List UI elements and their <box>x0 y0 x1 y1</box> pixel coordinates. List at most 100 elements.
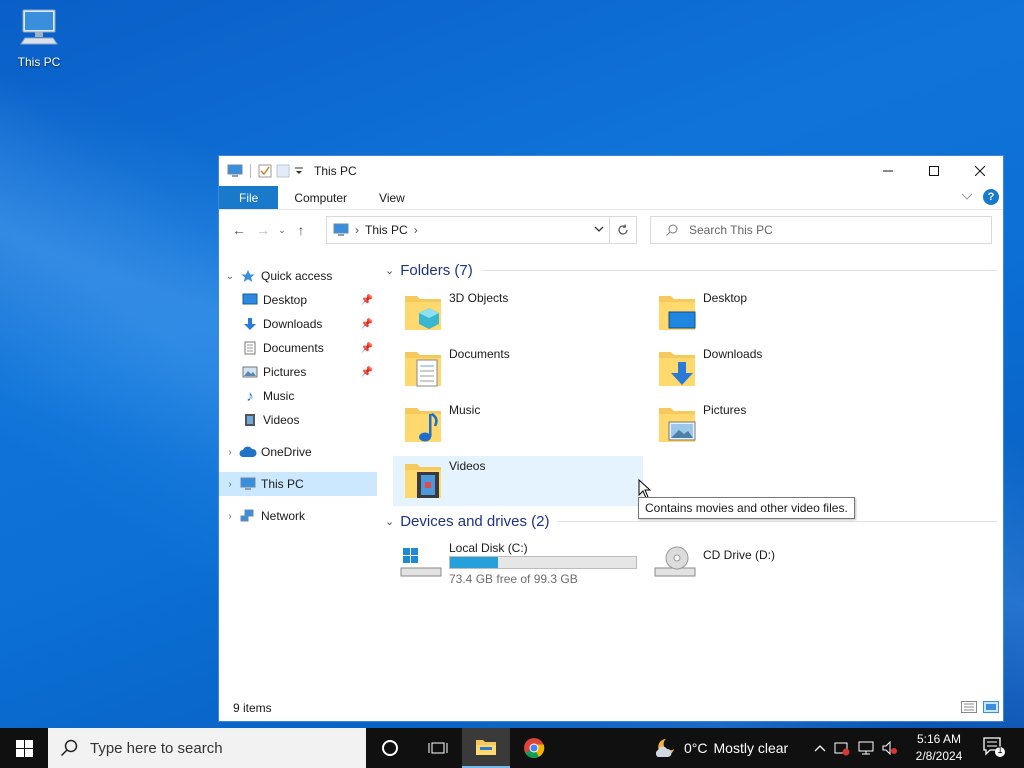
nav-downloads[interactable]: Downloads 📌 <box>219 312 377 336</box>
large-icons-view-icon[interactable] <box>983 701 999 713</box>
expanded-chevron-icon[interactable]: ⌄ <box>221 271 239 282</box>
folder-tile-videos[interactable]: Videos <box>393 456 643 506</box>
navigation-bar: ← → ⌄ ↑ › This PC › Search This PC <box>219 210 1003 250</box>
folder-tile-desktop[interactable]: Desktop <box>647 288 897 338</box>
drive-usage-fill <box>450 557 499 568</box>
folder-tile-documents[interactable]: Documents <box>393 344 643 394</box>
documents-folder-icon <box>405 352 441 387</box>
film-strip-icon <box>241 412 259 428</box>
system-clock[interactable]: 5:16 AM 2/8/2024 <box>906 731 972 765</box>
show-hidden-icons-chevron-icon[interactable] <box>814 744 826 752</box>
close-button[interactable] <box>957 156 1003 186</box>
tab-computer[interactable]: Computer <box>278 186 363 209</box>
drive-tile-local-disk-c[interactable]: Local Disk (C:) 73.4 GB free of 99.3 GB <box>393 538 643 588</box>
forward-arrow-icon[interactable]: → <box>251 222 275 238</box>
address-bar[interactable]: › This PC › <box>326 216 610 244</box>
folder-tile-3d-objects[interactable]: 3D Objects <box>393 288 643 338</box>
nav-label: OneDrive <box>261 445 312 459</box>
search-input[interactable]: Search This PC <box>650 216 992 244</box>
details-view-icon[interactable] <box>961 701 977 713</box>
content-pane: ⌄ Folders (7) 3D Objects Desktop Documen… <box>379 256 1003 696</box>
taskbar-search-box[interactable]: Type here to search <box>48 728 366 768</box>
pin-icon: 📌 <box>360 294 373 306</box>
nav-label: This PC <box>261 477 304 491</box>
collapsed-chevron-icon[interactable]: › <box>221 479 239 490</box>
taskbar-chrome-button[interactable] <box>510 728 558 768</box>
recent-locations-chevron-icon[interactable]: ⌄ <box>275 225 289 236</box>
nav-network[interactable]: › Network <box>219 504 377 528</box>
tab-view[interactable]: View <box>363 186 421 209</box>
address-dropdown-chevron-icon[interactable] <box>593 223 605 235</box>
expand-ribbon-chevron-icon[interactable] <box>961 193 973 201</box>
breadcrumb-separator-icon[interactable]: › <box>355 223 359 237</box>
moon-cloud-icon <box>655 739 674 757</box>
drive-free-space: 73.4 GB free of 99.3 GB <box>449 572 578 586</box>
weather-widget[interactable]: 0°C Mostly clear <box>652 728 788 768</box>
this-pc-small-icon <box>333 223 349 236</box>
nav-label: Music <box>263 389 295 403</box>
window-controls <box>865 156 1003 186</box>
window-title: This PC <box>314 164 357 178</box>
group-title: Devices and drives (2) <box>400 513 550 530</box>
maximize-button[interactable] <box>911 156 957 186</box>
properties-icon[interactable] <box>258 164 272 178</box>
nav-label: Quick access <box>261 269 333 283</box>
nav-desktop[interactable]: Desktop 📌 <box>219 288 377 312</box>
picture-icon <box>241 364 259 380</box>
title-bar: This PC <box>219 156 1003 186</box>
collapsed-chevron-icon[interactable]: › <box>221 447 239 458</box>
taskbar-search-placeholder: Type here to search <box>90 739 223 757</box>
nav-music[interactable]: ♪ Music <box>219 384 377 408</box>
folder-tile-pictures[interactable]: Pictures <box>647 400 897 450</box>
clock-date: 2/8/2024 <box>915 749 963 763</box>
customize-qat-chevron-icon[interactable] <box>294 166 304 176</box>
minimize-button[interactable] <box>865 156 911 186</box>
cortana-button[interactable] <box>366 728 414 768</box>
pin-icon: 📌 <box>360 342 373 354</box>
clock-time: 5:16 AM <box>916 732 962 746</box>
collapsed-chevron-icon[interactable]: › <box>221 511 239 522</box>
back-arrow-icon[interactable]: ← <box>227 222 251 238</box>
weather-temperature: 0°C <box>684 740 708 756</box>
network-icon <box>239 508 257 524</box>
task-view-button[interactable] <box>414 728 462 768</box>
nav-documents[interactable]: Documents 📌 <box>219 336 377 360</box>
mouse-cursor-icon <box>638 479 652 499</box>
folder-name: Documents <box>449 347 510 361</box>
tab-file[interactable]: File <box>219 186 279 209</box>
breadcrumb: › This PC › <box>333 223 418 237</box>
breadcrumb-separator-icon[interactable]: › <box>414 223 418 237</box>
drive-tile-cd-drive-d[interactable]: CD Drive (D:) <box>647 538 897 588</box>
folders-group-header[interactable]: ⌄ Folders (7) <box>385 262 997 279</box>
network-icon[interactable] <box>858 741 874 755</box>
folder-name: Pictures <box>703 403 747 417</box>
item-count: 9 items <box>233 701 272 715</box>
nav-quick-access[interactable]: ⌄ Quick access <box>219 264 377 288</box>
breadcrumb-this-pc[interactable]: This PC <box>365 223 408 237</box>
drive-name: CD Drive (D:) <box>703 548 775 562</box>
desktop-folder-icon <box>241 292 259 308</box>
help-icon[interactable]: ? <box>983 189 999 205</box>
start-button[interactable] <box>0 728 48 768</box>
nav-onedrive[interactable]: › OneDrive <box>219 440 377 464</box>
nav-pictures[interactable]: Pictures 📌 <box>219 360 377 384</box>
up-arrow-icon[interactable]: ↑ <box>289 222 313 238</box>
security-alert-icon[interactable] <box>834 740 850 756</box>
nav-this-pc[interactable]: › This PC <box>219 472 377 496</box>
group-collapse-chevron-icon[interactable]: ⌄ <box>385 264 394 277</box>
nav-videos[interactable]: Videos <box>219 408 377 432</box>
refresh-button[interactable] <box>610 216 637 244</box>
folder-tile-downloads[interactable]: Downloads <box>647 344 897 394</box>
new-folder-icon[interactable] <box>276 164 290 178</box>
group-collapse-chevron-icon[interactable]: ⌄ <box>385 515 394 528</box>
this-pc-small-icon <box>227 164 243 177</box>
action-center-button[interactable]: 1 <box>982 736 1006 761</box>
pin-icon: 📌 <box>360 366 373 378</box>
volume-muted-icon[interactable] <box>882 741 898 755</box>
folder-tile-music[interactable]: Music <box>393 400 643 450</box>
folder-name: Desktop <box>703 291 748 305</box>
search-placeholder: Search This PC <box>689 223 773 237</box>
taskbar-file-explorer-button[interactable] <box>462 728 510 768</box>
chrome-icon <box>524 738 545 759</box>
desktop-icon-this-pc[interactable]: This PC <box>10 8 68 69</box>
